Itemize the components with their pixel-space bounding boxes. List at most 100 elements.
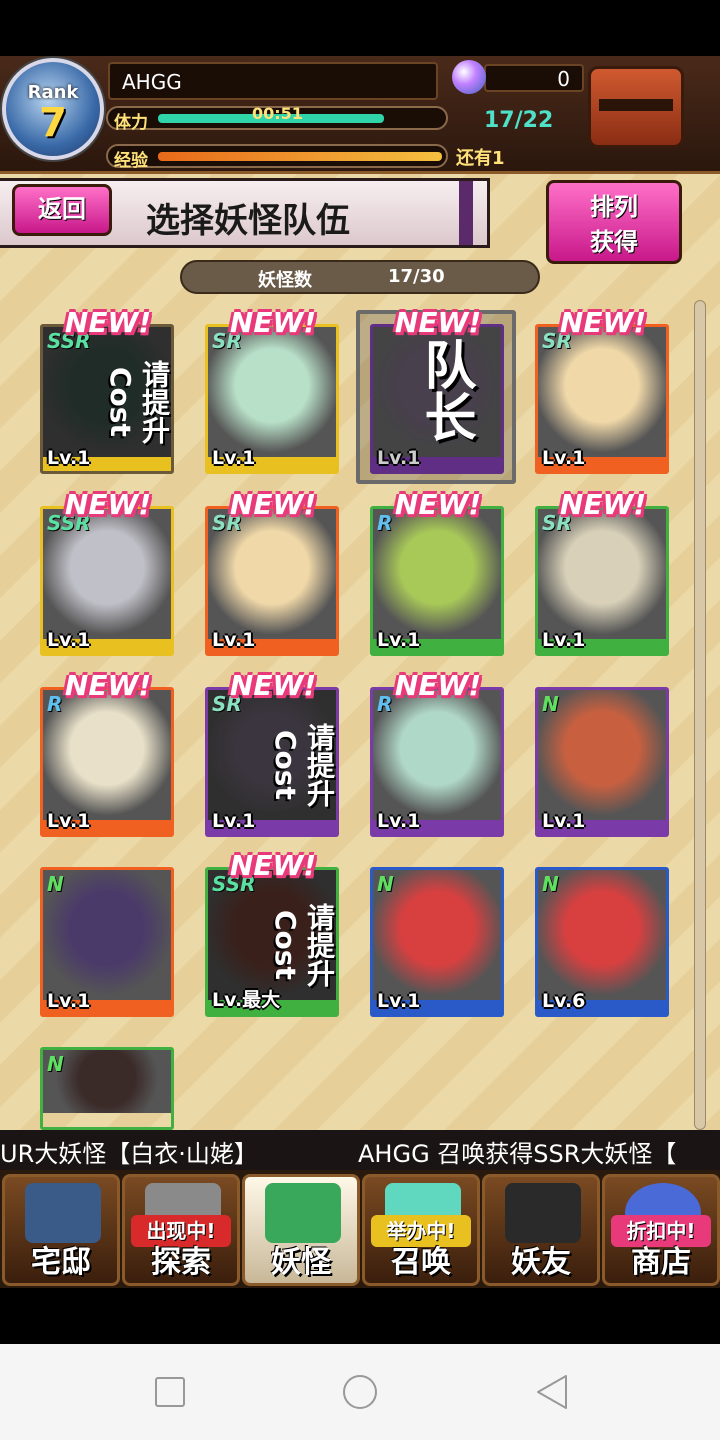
back-button[interactable]: 返回 (12, 184, 112, 236)
leader-label: 队长 (415, 338, 475, 442)
exp-bar: 经验 (106, 144, 448, 171)
level-label: Lv.1 (212, 810, 256, 832)
monster-card[interactable]: N Lv.1 (535, 687, 669, 837)
monster-card[interactable]: SR Lv.1 (535, 324, 669, 474)
cost-warning: 请提升Cost (104, 360, 171, 444)
monster-card[interactable]: SR Lv.1 (535, 506, 669, 656)
nav-explore[interactable]: 出现中! 探索 (122, 1174, 240, 1286)
player-header: Rank 7 AHGG 体力 00:51 17/22 经验 还有1 0 (0, 56, 720, 174)
monster-card[interactable]: R Lv.1 (370, 687, 504, 837)
rank-value: 7 (39, 100, 67, 146)
exp-remaining: 还有1 (456, 148, 505, 169)
monster-card[interactable]: SSR 请提升Cost Lv.最大 (205, 867, 339, 1017)
nav-label: 妖友 (511, 1245, 571, 1280)
stamina-bar: 体力 00:51 (106, 104, 448, 133)
level-label: Lv.1 (212, 447, 256, 469)
list-scrollbar[interactable] (694, 300, 706, 1130)
rank-badge[interactable]: Rank 7 (2, 58, 104, 160)
level-label: Lv.1 (542, 447, 586, 469)
new-badge: NEW! (394, 488, 482, 521)
stamina-timer: 00:51 (252, 104, 303, 123)
rarity-label: N (542, 692, 559, 716)
new-badge: NEW! (559, 306, 647, 339)
ticker-text-2: AHGG 召唤获得SSR大妖怪【 (358, 1140, 677, 1168)
rarity-label: N (377, 872, 394, 896)
recent-apps-icon[interactable] (152, 1374, 188, 1410)
monster-count-value: 17/30 (388, 266, 445, 287)
monster-card[interactable]: N (40, 1047, 174, 1130)
main-panel: 选择妖怪队伍 返回 排列 获得 妖怪数 17/30 SSR 请提升Cost Lv.1… (0, 174, 720, 1130)
level-label: Lv.1 (542, 810, 586, 832)
exp-label: 经验 (114, 151, 148, 171)
nav-friends[interactable]: 妖友 (482, 1174, 600, 1286)
monster-card[interactable]: R Lv.1 (40, 687, 174, 837)
system-nav-bar (0, 1344, 720, 1440)
friend-icon (505, 1183, 581, 1243)
mansion-icon (25, 1183, 101, 1243)
new-badge: NEW! (229, 488, 317, 521)
new-badge: NEW! (229, 669, 317, 702)
stamina-label: 体力 (114, 113, 148, 133)
sort-label-top: 排列 (590, 193, 638, 221)
level-label: Lv.最大 (212, 989, 281, 1011)
nav-monsters[interactable]: 妖怪 (242, 1174, 360, 1286)
monster-count-label: 妖怪数 (258, 270, 312, 291)
level-label: Lv.1 (377, 629, 421, 651)
nav-label: 召唤 (391, 1245, 451, 1280)
nav-label: 妖怪 (271, 1245, 331, 1280)
player-name: AHGG (108, 62, 438, 100)
nav-label: 商店 (631, 1245, 691, 1280)
cost-warning: 请提升Cost (269, 723, 336, 807)
monster-card[interactable]: SR 请提升Cost Lv.1 (205, 687, 339, 837)
monster-card[interactable]: R Lv.1 (370, 506, 504, 656)
nav-label: 宅邸 (31, 1245, 91, 1280)
monster-card[interactable]: SR Lv.1 (205, 324, 339, 474)
level-label: Lv.1 (47, 810, 91, 832)
monster-card[interactable]: SR Lv.1 (205, 506, 339, 656)
nav-summon[interactable]: 举办中! 召唤 (362, 1174, 480, 1286)
monster-count-bar: 妖怪数 17/30 (180, 260, 540, 294)
stamina-count: 17/22 (484, 108, 554, 133)
page-title: 选择妖怪队伍 (146, 201, 350, 241)
scroll-icon (265, 1183, 341, 1243)
level-label: Lv.1 (377, 990, 421, 1012)
rarity-label: N (47, 1052, 64, 1076)
sort-button[interactable]: 排列 获得 (546, 180, 682, 264)
new-badge: NEW! (559, 488, 647, 521)
level-label: Lv.1 (542, 629, 586, 651)
treasure-chest-icon[interactable] (588, 66, 684, 148)
level-label: Lv.1 (47, 447, 91, 469)
screen-gap (0, 1288, 720, 1344)
monster-card[interactable]: SSR Lv.1 (40, 506, 174, 656)
new-badge: NEW! (229, 306, 317, 339)
level-label: Lv.1 (377, 810, 421, 832)
level-label: Lv.1 (47, 990, 91, 1012)
rarity-label: N (47, 872, 64, 896)
new-badge: NEW! (394, 306, 482, 339)
bottom-nav: 宅邸 出现中! 探索 妖怪 举办中! 召唤 妖友 折扣中! 商店 (0, 1170, 720, 1288)
rarity-label: N (542, 872, 559, 896)
back-icon[interactable] (534, 1374, 570, 1410)
level-label: Lv.1 (47, 629, 91, 651)
new-badge: NEW! (64, 306, 152, 339)
new-badge: NEW! (64, 488, 152, 521)
nav-shop[interactable]: 折扣中! 商店 (602, 1174, 720, 1286)
level-label: Lv.1 (212, 629, 256, 651)
banner-stripe (459, 181, 473, 245)
level-label: Lv.6 (542, 990, 586, 1012)
new-badge: NEW! (64, 669, 152, 702)
new-badge: NEW! (229, 849, 317, 882)
nav-mansion[interactable]: 宅邸 (2, 1174, 120, 1286)
monster-card[interactable]: N Lv.6 (535, 867, 669, 1017)
gem-count[interactable]: 0 (484, 64, 584, 92)
monster-card[interactable]: SSR 请提升Cost Lv.1 (40, 324, 174, 474)
home-icon[interactable] (342, 1374, 378, 1410)
monster-card[interactable]: N Lv.1 (40, 867, 174, 1017)
sort-label-bottom: 获得 (590, 228, 638, 256)
monster-card[interactable]: N Lv.1 (370, 867, 504, 1017)
status-bar (0, 0, 720, 56)
exp-fill (158, 152, 442, 161)
ticker-text-1: UR大妖怪【白衣·山姥】 (0, 1140, 258, 1168)
nav-label: 探索 (151, 1245, 211, 1280)
gem-icon[interactable] (452, 60, 486, 94)
